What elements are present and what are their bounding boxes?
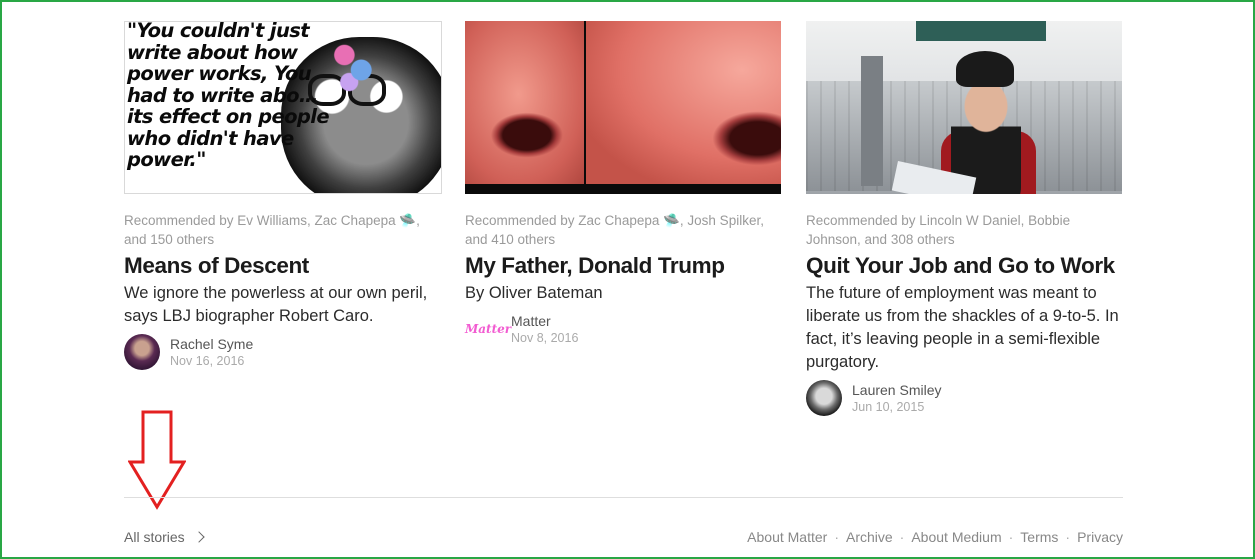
footer-link-about-matter[interactable]: About Matter: [747, 528, 827, 546]
handwritten-quote: "You couldn't just write about how power…: [127, 21, 330, 171]
footer-link-terms[interactable]: Terms: [1020, 528, 1058, 546]
story-subtitle[interactable]: By Oliver Bateman: [465, 282, 783, 305]
post-date[interactable]: Jun 10, 2015: [852, 399, 942, 415]
story-title[interactable]: Means of Descent: [124, 252, 442, 280]
story-card-my-father-donald-trump[interactable]: Recommended by Zac Chapepa 🛸, Josh Spilk…: [465, 21, 783, 349]
separator: ·: [899, 529, 905, 545]
separator: ·: [1008, 529, 1014, 545]
story-thumbnail[interactable]: [465, 21, 781, 194]
helmet: [956, 51, 1014, 87]
paint-splash: [330, 37, 378, 97]
story-title[interactable]: My Father, Donald Trump: [465, 252, 783, 280]
footer-link-archive[interactable]: Archive: [846, 528, 893, 546]
all-stories-link[interactable]: All stories: [124, 528, 205, 546]
author-name[interactable]: Matter: [511, 312, 578, 330]
post-date[interactable]: Nov 8, 2016: [511, 330, 578, 346]
story-thumbnail[interactable]: "You couldn't just write about how power…: [124, 21, 442, 194]
avatar[interactable]: [806, 380, 842, 416]
chevron-right-icon[interactable]: [193, 531, 205, 543]
separator: ·: [834, 529, 839, 545]
separator: ·: [1065, 529, 1071, 545]
face-image-right: [586, 21, 781, 184]
story-thumbnail[interactable]: [806, 21, 1122, 194]
recommended-by: Recommended by Lincoln W Daniel, Bobbie …: [806, 213, 1071, 247]
author-name[interactable]: Lauren Smiley: [852, 381, 942, 399]
recommended-by: Recommended by Zac Chapepa 🛸, Josh Spilk…: [465, 213, 764, 247]
story-card-means-of-descent[interactable]: "You couldn't just write about how power…: [124, 21, 442, 372]
annotation-arrow-icon: [128, 410, 186, 510]
story-subtitle[interactable]: We ignore the powerless at our own peril…: [124, 282, 442, 328]
author-name[interactable]: Rachel Syme: [170, 335, 253, 353]
author-block: Matter Matter Nov 8, 2016: [465, 309, 783, 349]
matter-logo[interactable]: Matter: [465, 319, 511, 339]
post-date[interactable]: Nov 16, 2016: [170, 353, 253, 369]
author-block: Rachel Syme Nov 16, 2016: [124, 332, 442, 372]
author-block: Lauren Smiley Jun 10, 2015: [806, 378, 1124, 418]
face-image-left: [465, 21, 584, 184]
story-subtitle[interactable]: The future of employment was meant to li…: [806, 282, 1124, 374]
recommended-by: Recommended by Ev Williams, Zac Chapepa …: [124, 213, 420, 247]
footer-links: About Matter · Archive · About Medium · …: [747, 528, 1123, 546]
avatar[interactable]: [124, 334, 160, 370]
all-stories-label[interactable]: All stories: [124, 528, 185, 546]
footer-link-about-medium[interactable]: About Medium: [911, 528, 1001, 546]
footer-divider: [124, 497, 1123, 498]
story-title[interactable]: Quit Your Job and Go to Work: [806, 252, 1124, 280]
footer-link-privacy[interactable]: Privacy: [1077, 528, 1123, 546]
pillar: [861, 56, 883, 186]
story-card-quit-your-job[interactable]: Recommended by Lincoln W Daniel, Bobbie …: [806, 21, 1124, 418]
station-sign: [916, 21, 1046, 41]
